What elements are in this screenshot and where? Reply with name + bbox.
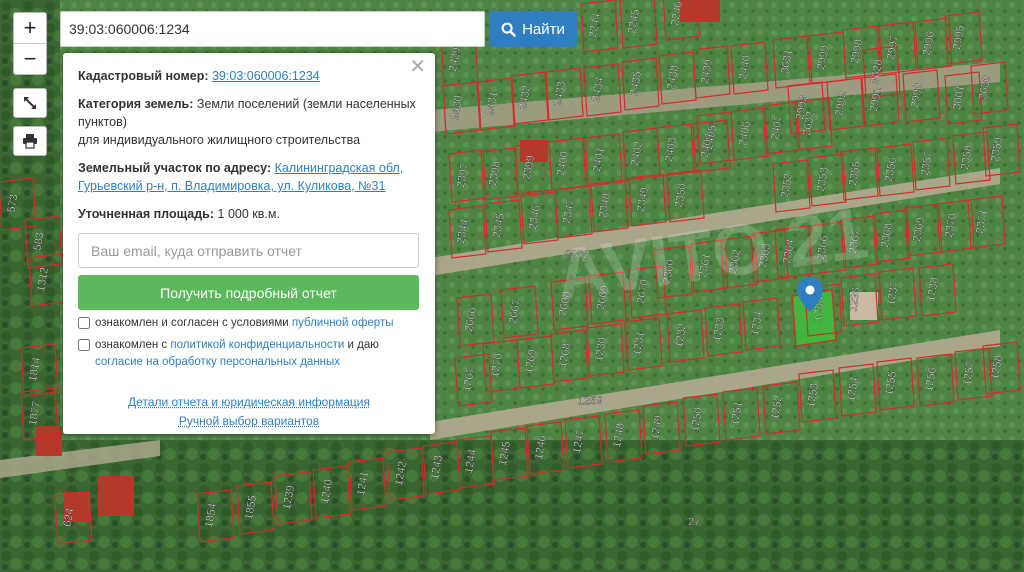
parcel-info-popup: ✕ Кадастровый номер: 39:03:060006:1234 К… xyxy=(63,53,435,434)
print-button[interactable] xyxy=(13,126,47,156)
road-label: 1259 xyxy=(578,395,602,407)
land-category-row: Категория земель: Земли поселений (земли… xyxy=(78,95,420,149)
forest-area-left xyxy=(0,0,60,572)
building xyxy=(98,476,134,516)
offer-consent-label: ознакомлен и согласен с условиями xyxy=(95,317,289,329)
cadastral-number-label: Кадастровый номер: xyxy=(78,69,209,83)
building xyxy=(680,0,720,22)
zoom-in-button[interactable]: + xyxy=(14,13,46,43)
email-field[interactable] xyxy=(78,233,419,268)
search-icon xyxy=(501,22,516,37)
report-details-link[interactable]: Детали отчета и юридическая информация xyxy=(128,395,370,409)
address-label: Земельный участок по адресу: xyxy=(78,161,272,175)
printer-icon xyxy=(23,134,37,149)
cadastral-number-link[interactable]: 39:03:060006:1234 xyxy=(212,69,320,83)
offer-consent-text: ознакомлен и согласен с условиями публич… xyxy=(95,315,394,332)
cadastral-number-row: Кадастровый номер: 39:03:060006:1234 xyxy=(78,67,420,85)
get-report-button[interactable]: Получить подробный отчет xyxy=(78,275,419,310)
expand-icon xyxy=(24,97,36,109)
privacy-consent-label: ознакомлен с xyxy=(95,339,168,351)
area-row: Уточненная площадь: 1 000 кв.м. xyxy=(78,205,420,223)
close-icon[interactable]: ✕ xyxy=(409,57,426,77)
search-button-label: Найти xyxy=(522,20,565,38)
land-use-value: для индивидуального жилищного строительс… xyxy=(78,133,361,147)
offer-consent-checkbox-row[interactable]: ознакомлен и согласен с условиями публич… xyxy=(78,315,420,332)
zoom-out-button[interactable]: − xyxy=(14,43,46,74)
zoom-control: + − xyxy=(13,12,47,75)
area-value: 1 000 кв.м. xyxy=(217,207,280,221)
privacy-consent-mid: и даю xyxy=(347,339,379,351)
search-input[interactable] xyxy=(60,11,485,47)
forest-area xyxy=(0,440,1024,572)
search-button[interactable]: Найти xyxy=(489,11,577,47)
road-label: 27 xyxy=(688,516,700,528)
fullscreen-button[interactable] xyxy=(13,88,47,118)
manual-selection-link[interactable]: Ручной выбор вариантов xyxy=(179,414,319,428)
privacy-consent-checkbox-row[interactable]: ознакомлен с политикой конфиденциальност… xyxy=(78,337,420,371)
privacy-consent-text: ознакомлен с политикой конфиденциальност… xyxy=(95,337,379,371)
popup-footer-links: Детали отчета и юридическая информация Р… xyxy=(78,393,420,431)
address-row: Земельный участок по адресу: Калининград… xyxy=(78,159,420,195)
data-processing-link[interactable]: согласие на обработку персональных данны… xyxy=(95,356,340,368)
land-category-label: Категория земель: xyxy=(78,97,194,111)
privacy-consent-checkbox[interactable] xyxy=(78,339,90,351)
offer-consent-checkbox[interactable] xyxy=(78,317,90,329)
public-offer-link[interactable]: публичной оферты xyxy=(292,317,394,329)
area-label: Уточненная площадь: xyxy=(78,207,215,221)
privacy-policy-link[interactable]: политикой конфиденциальности xyxy=(170,339,344,351)
